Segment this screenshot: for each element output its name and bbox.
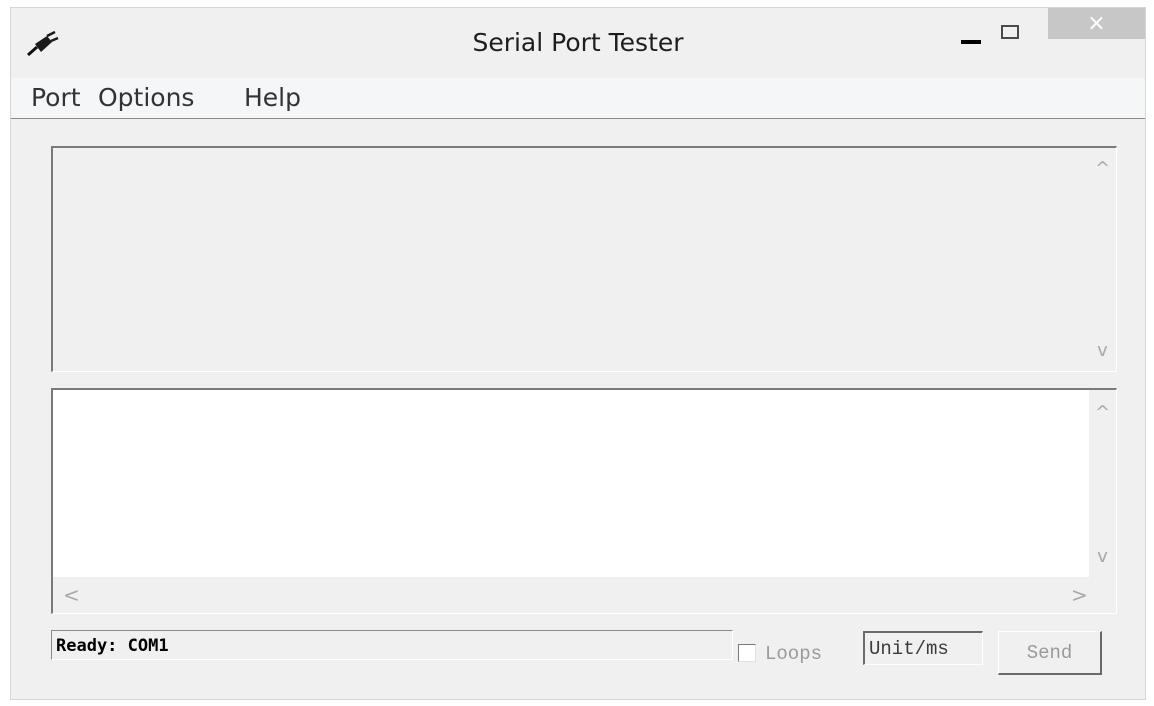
title-bar[interactable]: Serial Port Tester × [11, 8, 1145, 78]
input-horizontal-scrollbar[interactable]: < > [53, 577, 1116, 613]
status-text: Ready: COM1 [51, 630, 733, 660]
menu-options[interactable]: Options [98, 83, 194, 112]
scroll-down-arrow-icon[interactable]: v [1089, 340, 1116, 361]
received-data-area[interactable]: ^ v [51, 146, 1117, 372]
maximize-button[interactable] [988, 8, 1034, 68]
close-button[interactable]: × [1048, 8, 1145, 39]
scroll-down-arrow-icon[interactable]: v [1089, 546, 1116, 567]
input-vertical-scrollbar[interactable]: ^ v [1089, 390, 1116, 578]
scroll-right-arrow-icon[interactable]: > [1071, 583, 1088, 607]
loop-interval-field[interactable]: Unit/ms [863, 631, 983, 665]
maximize-icon [1001, 25, 1019, 39]
scroll-up-arrow-icon[interactable]: ^ [1089, 402, 1116, 423]
loops-checkbox[interactable] [738, 644, 756, 662]
minimize-icon [961, 40, 981, 44]
close-icon: × [1087, 11, 1106, 36]
menu-port[interactable]: Port [31, 83, 81, 112]
loops-label: Loops [765, 643, 823, 665]
menu-help[interactable]: Help [244, 83, 301, 112]
send-button[interactable]: Send [998, 631, 1102, 675]
scroll-up-arrow-icon[interactable]: ^ [1089, 158, 1116, 179]
scroll-left-arrow-icon[interactable]: < [63, 583, 80, 607]
menu-bar: Port Options Help [11, 78, 1145, 119]
log-vertical-scrollbar[interactable]: ^ v [1089, 148, 1116, 371]
main-window: Serial Port Tester × Port Options Help ^… [10, 7, 1146, 700]
send-input-area[interactable]: ^ v < > [51, 388, 1117, 614]
